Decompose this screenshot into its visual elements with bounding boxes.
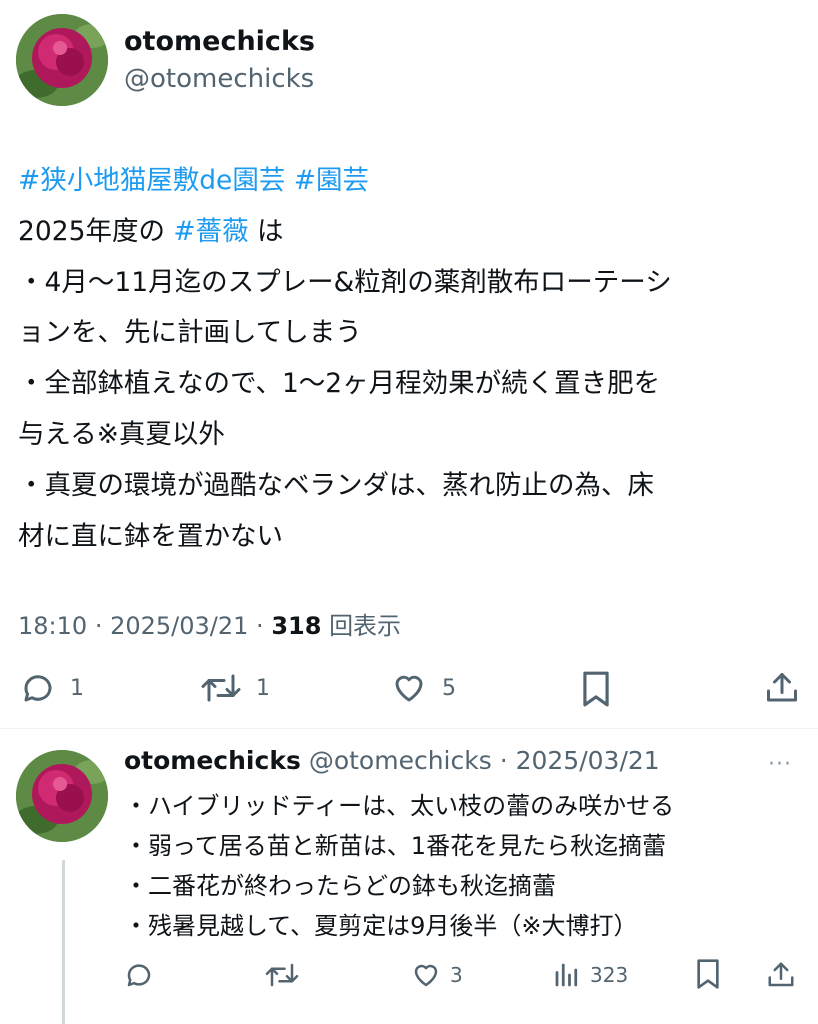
post-divider [0,728,818,729]
reply-like-count: 3 [450,963,463,987]
reply-views-button[interactable]: 323 [552,960,628,990]
reply-date[interactable]: 2025/03/21 [516,746,660,775]
repost-count: 1 [256,675,270,701]
peony-avatar-image [16,14,108,106]
share-icon [768,962,794,987]
repost-icon [265,963,299,987]
reply-icon [127,964,151,987]
share-icon [767,673,797,702]
post-line: 与える※真夏以外 [18,418,225,450]
bookmark-icon [583,671,609,707]
share-button[interactable] [764,670,800,706]
reply-share-button[interactable] [766,960,796,990]
post-line: 材に直に鉢を置かない [18,520,283,552]
post-line: ・真夏の環境が過酷なベランダは、蒸れ防止の為、床 [18,469,654,501]
post-line: ョンを、先に計画してしまう [18,317,362,349]
hashtag-link[interactable]: #薔薇 [173,216,248,247]
views-icon [555,963,578,987]
peony-avatar-image [16,750,108,842]
hashtag-line: #狭小地猫屋敷de園芸 #園芸 [18,156,808,207]
reply-body: ・ハイブリッドティーは、太い枝の蕾のみ咲かせる ・弱って居る苗と新苗は、1番花を… [124,786,674,946]
reply-line: ・二番花が終わったらどの鉢も秋迄摘蕾 [124,872,556,900]
reply-like-button[interactable]: 3 [410,960,463,990]
post-body: #狭小地猫屋敷de園芸 #園芸 2025年度の #薔薇 は ・4月〜11月迄のス… [18,156,808,562]
repost-button[interactable]: 1 [200,670,270,706]
thread-connector [62,860,65,1024]
views-count: 318 [271,612,322,640]
post-meta: 18:10 · 2025/03/21 · 318 回表示 [18,612,402,640]
reply-header: otomechicks @otomechicks · 2025/03/21 [124,746,660,775]
repost-icon [201,674,241,702]
like-count: 5 [442,675,456,701]
bookmark-button[interactable] [580,670,612,708]
post-time[interactable]: 18:10 [18,612,87,640]
like-button[interactable]: 5 [390,670,456,706]
reply-author-name[interactable]: otomechicks [124,746,301,775]
reply-icon [24,675,52,702]
reply-line: ・残暑見越して、夏剪定は9月後半（※大博打） [124,912,638,940]
reply-line: ・ハイブリッドティーは、太い枝の蕾のみ咲かせる [124,792,675,820]
reply-bookmark-button[interactable] [694,958,722,990]
post-line: ・全部鉢植えなので、1〜2ヶ月程効果が続く置き肥を [18,368,661,400]
text-fragment: は [248,215,284,247]
more-options-icon[interactable]: ··· [768,752,792,777]
reply-button[interactable]: 1 [20,670,84,706]
bookmark-icon [697,959,719,989]
author-name[interactable]: otomechicks [124,26,315,57]
hashtag-link[interactable]: #狭小地猫屋敷de園芸 [18,165,285,196]
post-line: 2025年度の #薔薇 は [18,207,808,258]
reply-line: ・弱って居る苗と新苗は、1番花を見たら秋迄摘蕾 [124,832,667,860]
views-label: 回表示 [329,612,402,640]
reply-reply-button[interactable] [124,960,154,990]
like-icon [414,964,438,987]
author-handle[interactable]: @otomechicks [124,64,314,94]
reply-repost-button[interactable] [264,960,300,990]
post-line: ・4月〜11月迄のスプレー&粒剤の薬剤散布ローテーシ [18,266,672,298]
reply-author-handle[interactable]: @otomechicks [309,746,492,775]
reply-author-avatar[interactable] [16,750,108,842]
text-fragment: 2025年度の [18,215,174,247]
author-avatar[interactable] [16,14,108,106]
post-date[interactable]: 2025/03/21 [110,612,248,640]
reply-views-count: 323 [590,963,629,987]
hashtag-link[interactable]: #園芸 [294,165,369,196]
reply-count: 1 [70,675,84,701]
like-icon [395,675,423,702]
